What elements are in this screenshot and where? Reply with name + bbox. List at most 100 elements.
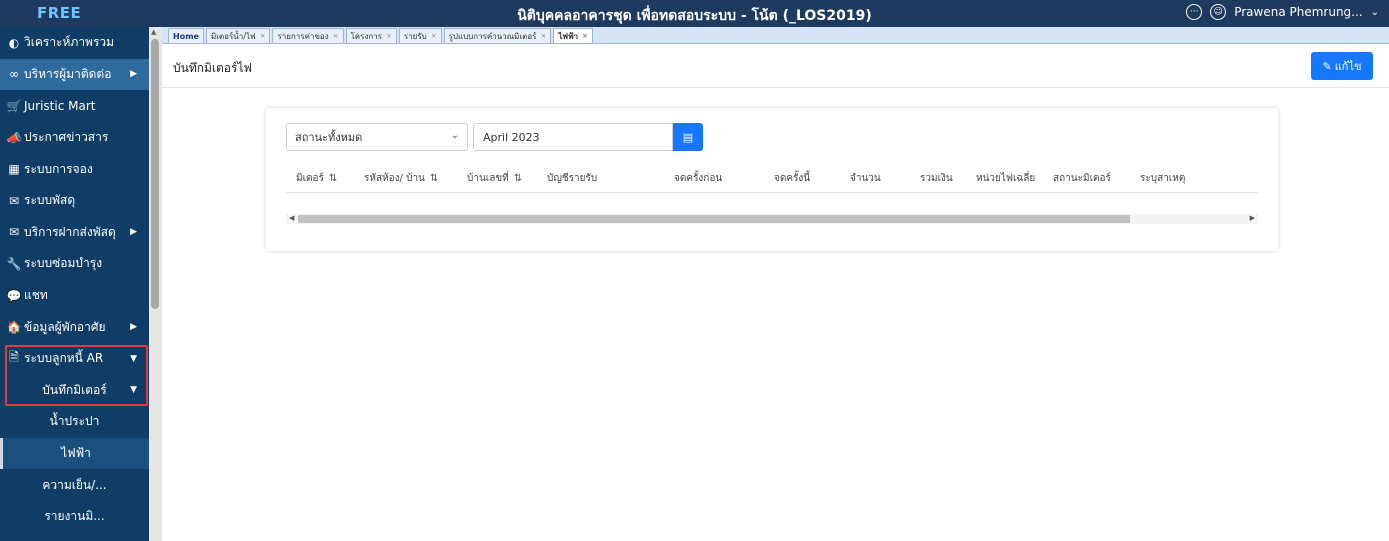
chevron-down-icon[interactable]: ⌄: [1371, 7, 1379, 18]
status-select[interactable]: สถานะทั้งหมด ⌄: [286, 123, 468, 151]
tab-label: รายรับ: [403, 31, 427, 41]
chevron-down-icon: ⌄: [450, 130, 459, 141]
tab-label: มิเตอร์น้ำ/ไฟ: [210, 31, 256, 41]
wrench-icon: 🔧: [6, 256, 22, 271]
sidebar-item-juristic-mart[interactable]: 🛒 Juristic Mart: [0, 90, 149, 122]
page-title: บันทึกมิเตอร์ไฟ: [173, 61, 252, 75]
sidebar-item-parcels[interactable]: ✉ ระบบพัสดุ: [0, 185, 149, 217]
column-house-number[interactable]: บ้านเลขที่ ⇅: [467, 171, 522, 186]
tab-electricity[interactable]: ไฟฟ้า ×: [553, 28, 594, 43]
sidebar-item-label: ระบบการจอง: [24, 161, 93, 176]
column-reason: ระบุสาเหตุ: [1140, 171, 1185, 186]
tab-home[interactable]: Home: [168, 28, 204, 43]
sidebar-item-label: วิเคราะห์ภาพรวม: [24, 35, 115, 50]
scroll-right-icon[interactable]: ▶: [1250, 214, 1255, 222]
tab-project[interactable]: โครงการ ×: [345, 28, 397, 43]
chevron-right-icon: ▶: [130, 322, 137, 333]
column-label: หน่วยไฟเฉลี่ย: [976, 173, 1036, 184]
sidebar-scroll-thumb[interactable]: [151, 39, 159, 309]
sidebar-item-dashboard[interactable]: ◐ วิเคราะห์ภาพรวม: [0, 27, 149, 59]
chat-bubble-icon: 💬: [6, 288, 22, 303]
sort-icon[interactable]: ⇅: [514, 173, 522, 184]
calendar-icon: ▤: [682, 130, 694, 144]
scroll-left-icon[interactable]: ◀: [289, 214, 294, 222]
highlight-box: [5, 345, 148, 406]
calendar-icon: ▦: [8, 162, 20, 177]
tab-income[interactable]: รายรับ ×: [398, 28, 442, 43]
sidebar-item-cooling[interactable]: ความเย็น/...: [0, 469, 149, 501]
chevron-right-icon: ▶: [130, 227, 137, 238]
envelope-icon: ✉: [8, 225, 20, 240]
tab-label: รูปแบบการคำนวณมิเตอร์: [448, 31, 537, 41]
meter-card: สถานะทั้งหมด ⌄ April 2023 ▤ มิเตอร์ ⇅ รหั…: [266, 108, 1278, 251]
top-bar: FREE นิติบุคคลอาคารชุด เพื่อทดสอบระบบ - …: [0, 0, 1389, 27]
chat-icon[interactable]: ···: [1186, 4, 1203, 20]
sidebar-scrollbar[interactable]: ▲: [149, 27, 162, 541]
sort-icon[interactable]: ⇅: [430, 173, 438, 184]
sidebar-item-label: Juristic Mart: [24, 98, 96, 113]
column-label: บ้านเลขที่: [467, 173, 509, 184]
sidebar: ◐ วิเคราะห์ภาพรวม ∞ บริหารผู้มาติดต่อ ▶ …: [0, 27, 149, 541]
close-icon[interactable]: ×: [540, 32, 546, 40]
column-current-reading: จดครั้งนี้: [774, 171, 810, 186]
link-icon: ∞: [9, 67, 19, 82]
column-room-code[interactable]: รหัสห้อง/ บ้าน ⇅: [364, 171, 438, 186]
close-icon[interactable]: ×: [582, 32, 588, 40]
column-income-account: บัญชีรายรับ: [547, 171, 597, 186]
table-horizontal-scrollbar[interactable]: ◀ ▶: [286, 214, 1258, 224]
column-meter-status: สถานะมิเตอร์: [1053, 171, 1111, 186]
megaphone-icon: 📣: [6, 130, 22, 145]
sidebar-item-water[interactable]: น้ำประปา: [0, 406, 149, 438]
sidebar-item-label: บริการฝากส่งพัสดุ: [24, 224, 116, 239]
horizontal-scroll-thumb[interactable]: [298, 215, 1130, 223]
chevron-right-icon: ▶: [130, 69, 137, 80]
column-label: จดครั้งนี้: [774, 173, 811, 184]
column-label: บัญชีรายรับ: [547, 173, 598, 184]
tab-label: โครงการ: [350, 31, 382, 41]
sort-icon[interactable]: ⇅: [329, 173, 337, 184]
edit-icon: ✎: [1322, 59, 1332, 73]
user-name[interactable]: Prawena Phemrung...: [1234, 5, 1362, 19]
tab-label: ไฟฟ้า: [558, 31, 579, 41]
column-label: สถานะมิเตอร์: [1053, 173, 1111, 184]
close-icon[interactable]: ×: [431, 32, 437, 40]
tab-meter[interactable]: มิเตอร์น้ำ/ไฟ ×: [205, 28, 271, 43]
edit-button[interactable]: ✎ แก้ไข: [1311, 52, 1373, 80]
sidebar-item-label: รายงานมิ...: [44, 509, 105, 524]
sidebar-item-booking[interactable]: ▦ ระบบการจอง: [0, 153, 149, 185]
column-quantity: จำนวน: [850, 171, 881, 186]
sidebar-item-label: แชท: [24, 288, 48, 303]
column-previous-reading: จดครั้งก่อน: [674, 171, 722, 186]
tab-bar: Home มิเตอร์น้ำ/ไฟ × รายการค่าของ × โครงกา…: [162, 27, 1389, 44]
sidebar-item-maintenance[interactable]: 🔧 ระบบซ่อมบำรุง: [0, 248, 149, 280]
sidebar-item-visitors[interactable]: ∞ บริหารผู้มาติดต่อ ▶: [0, 58, 149, 91]
scroll-up-icon[interactable]: ▲: [151, 28, 156, 36]
sidebar-item-announcements[interactable]: 📣 ประกาศข่าวสาร: [0, 122, 149, 154]
sidebar-item-residents[interactable]: 🏠 ข้อมูลผู้พักอาศัย ▶: [0, 311, 149, 343]
sidebar-item-label: น้ำประปา: [49, 414, 100, 429]
close-icon[interactable]: ×: [260, 32, 266, 40]
status-select-value: สถานะทั้งหมด: [295, 131, 363, 144]
sidebar-item-label: ข้อมูลผู้พักอาศัย: [24, 319, 106, 334]
sidebar-item-chat[interactable]: 💬 แชท: [0, 280, 149, 312]
sidebar-item-electricity[interactable]: ไฟฟ้า: [0, 437, 149, 470]
close-icon[interactable]: ×: [333, 32, 339, 40]
user-icon[interactable]: ☺: [1210, 4, 1227, 20]
sidebar-item-parcel-service[interactable]: ✉ บริการฝากส่งพัสดุ ▶: [0, 217, 149, 249]
column-meter[interactable]: มิเตอร์ ⇅: [296, 171, 337, 186]
column-avg-unit: หน่วยไฟเฉลี่ย: [976, 171, 1035, 186]
close-icon[interactable]: ×: [386, 32, 392, 40]
column-total: รวมเงิน: [920, 171, 953, 186]
tab-expense[interactable]: รายการค่าของ ×: [272, 28, 344, 43]
sidebar-item-label: ความเย็น/...: [42, 477, 107, 492]
main-content: Home มิเตอร์น้ำ/ไฟ × รายการค่าของ × โครงกา…: [162, 27, 1389, 541]
tab-meter-calc[interactable]: รูปแบบการคำนวณมิเตอร์ ×: [443, 28, 552, 43]
tab-label: Home: [173, 31, 199, 41]
edit-button-label: แก้ไข: [1334, 60, 1362, 73]
calendar-button[interactable]: ▤: [673, 123, 703, 151]
month-input[interactable]: April 2023: [473, 123, 673, 151]
column-label: รวมเงิน: [920, 173, 953, 184]
app-title: นิติบุคคลอาคารชุด เพื่อทดสอบระบบ - โน้ต …: [517, 8, 872, 24]
sidebar-item-meter-report[interactable]: รายงานมิ...: [0, 501, 149, 533]
app-frame: FREE นิติบุคคลอาคารชุด เพื่อทดสอบระบบ - …: [0, 0, 1389, 541]
